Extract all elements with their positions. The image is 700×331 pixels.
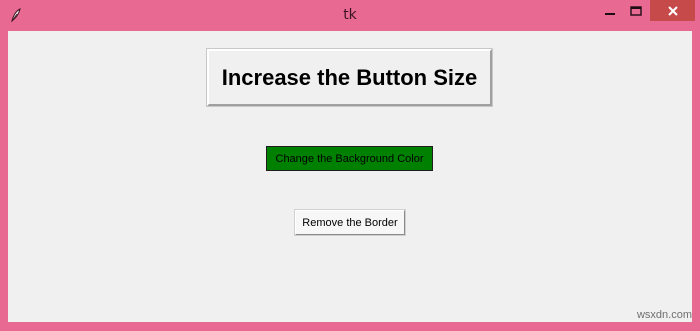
remove-border-button[interactable]: Remove the Border	[294, 209, 406, 236]
watermark: wsxdn.com	[636, 309, 692, 321]
minimize-button[interactable]	[596, 0, 624, 21]
minimize-icon	[605, 12, 615, 15]
increase-button-size-button[interactable]: Increase the Button Size	[206, 48, 493, 107]
title-bar[interactable]: tk	[0, 0, 700, 31]
close-button[interactable]	[650, 0, 695, 21]
app-window: tk Increase the Button Size Change the B…	[0, 0, 700, 331]
maximize-button[interactable]	[622, 0, 650, 21]
maximize-icon	[630, 5, 642, 16]
change-background-color-button[interactable]: Change the Background Color	[266, 146, 433, 171]
close-icon	[667, 5, 678, 16]
window-client-area: Increase the Button Size Change the Back…	[8, 31, 692, 322]
window-title: tk	[343, 7, 357, 23]
